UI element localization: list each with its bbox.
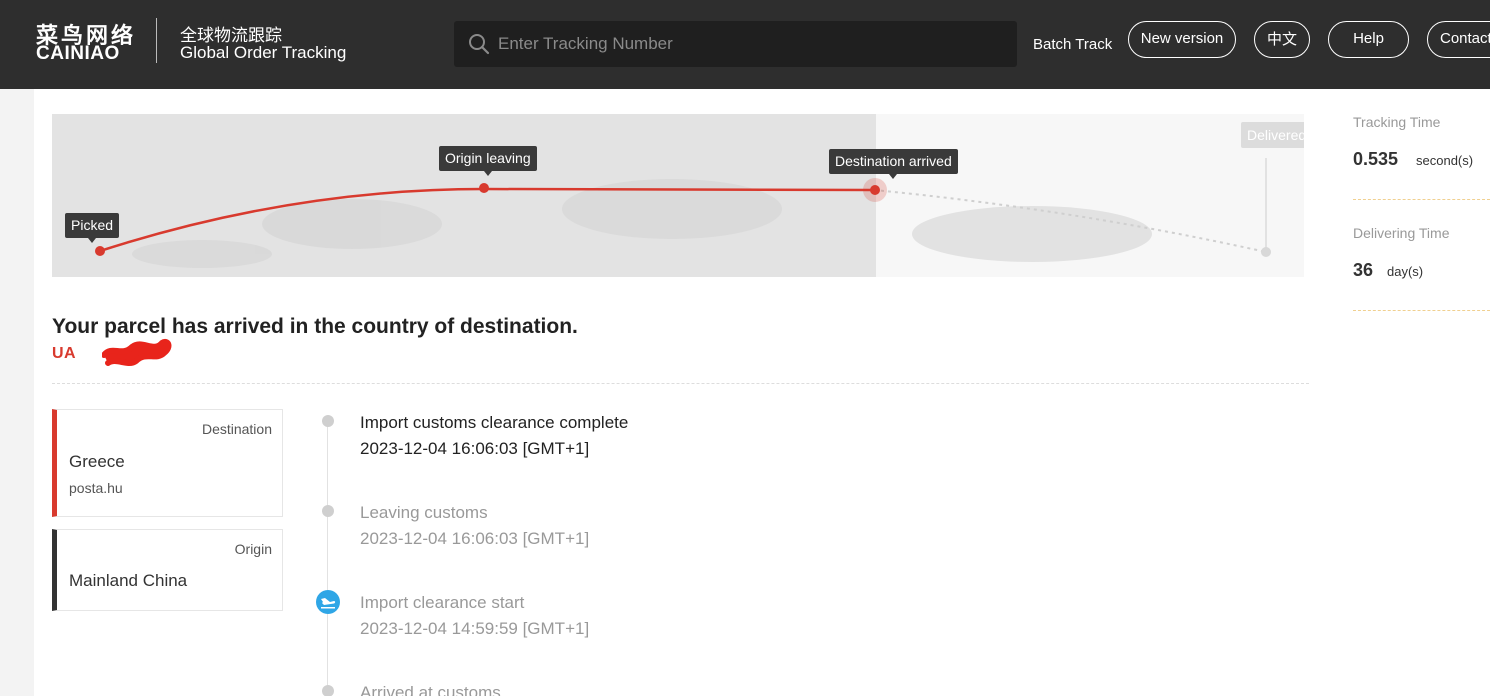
timeline-dot [322, 505, 334, 517]
world-map-texture [132, 179, 1152, 268]
picked-dot [95, 246, 105, 256]
stats-divider [1353, 310, 1490, 311]
delivering-time-unit: day(s) [1387, 264, 1424, 279]
top-navbar: 菜鸟网络 CAINIAO 全球物流跟踪 Global Order Trackin… [0, 0, 1490, 89]
route-map: Picked Origin leaving Destination arrive… [52, 114, 1304, 277]
event-title: Arrived at customs [360, 683, 501, 696]
tracking-number-start: UA [52, 345, 77, 362]
timeline-dot [322, 685, 334, 696]
stats-panel: Tracking Time 0.535 second(s) Delivering… [1334, 89, 1490, 696]
contact-button[interactable]: Contact [1427, 21, 1490, 58]
destination-type-label: Destination [201, 421, 272, 437]
delivering-time-label: Delivering Time [1353, 225, 1450, 241]
language-button[interactable]: 中文 [1254, 21, 1310, 58]
timeline-dot [322, 415, 334, 427]
batch-track-link[interactable]: Batch Track [1033, 36, 1112, 53]
search-box [454, 21, 1017, 67]
milestone-origin-leaving-label: Origin leaving [439, 146, 537, 176]
destination-card: Destination Greece posta.hu [52, 409, 283, 517]
event-time: 2023-12-04 16:06:03 [GMT+1] [360, 439, 590, 458]
logo-divider [156, 18, 157, 63]
logo-english[interactable]: CAINIAO [36, 43, 120, 65]
redaction-scribble [102, 339, 172, 366]
event-title: Import customs clearance complete [360, 413, 629, 432]
parcel-status-title: Your parcel has arrived in the country o… [52, 315, 578, 338]
search-icon[interactable] [468, 33, 490, 55]
help-button[interactable]: Help [1328, 21, 1409, 58]
tracking-number-input[interactable] [498, 21, 998, 67]
destination-arrived-dot [870, 185, 880, 195]
section-divider [52, 383, 1309, 384]
milestone-delivered-label: Delivered [1241, 122, 1304, 148]
event-title: Import clearance start [360, 593, 525, 612]
delivering-time-value: 36 [1353, 260, 1374, 280]
origin-country: Mainland China [69, 571, 188, 590]
route-map-graphic [95, 158, 1271, 268]
origin-card: Origin Mainland China [52, 529, 283, 611]
tracking-time-label: Tracking Time [1353, 114, 1441, 130]
origin-leaving-dot [479, 183, 489, 193]
new-version-button[interactable]: New version [1128, 21, 1236, 58]
event-time: 2023-12-04 16:06:03 [GMT+1] [360, 529, 590, 548]
timeline-line [327, 419, 328, 696]
delivered-dot [1261, 247, 1271, 257]
tracking-time-value: 0.535 [1353, 149, 1399, 169]
milestone-picked-label: Picked [65, 213, 120, 243]
destination-carrier-site[interactable]: posta.hu [69, 480, 123, 496]
tracking-time-unit: second(s) [1416, 153, 1474, 168]
event-title: Leaving customs [360, 503, 488, 522]
milestone-destination-arrived-label: Destination arrived [829, 149, 958, 179]
plane-landing-icon [316, 590, 340, 614]
destination-country: Greece [69, 452, 125, 471]
origin-type-label: Origin [234, 541, 272, 557]
tracking-result-panel: Picked Origin leaving Destination arrive… [34, 89, 1334, 696]
event-time: 2023-12-04 14:59:59 [GMT+1] [360, 619, 590, 638]
subtitle-english: Global Order Tracking [180, 43, 347, 62]
stats-divider [1353, 199, 1490, 200]
